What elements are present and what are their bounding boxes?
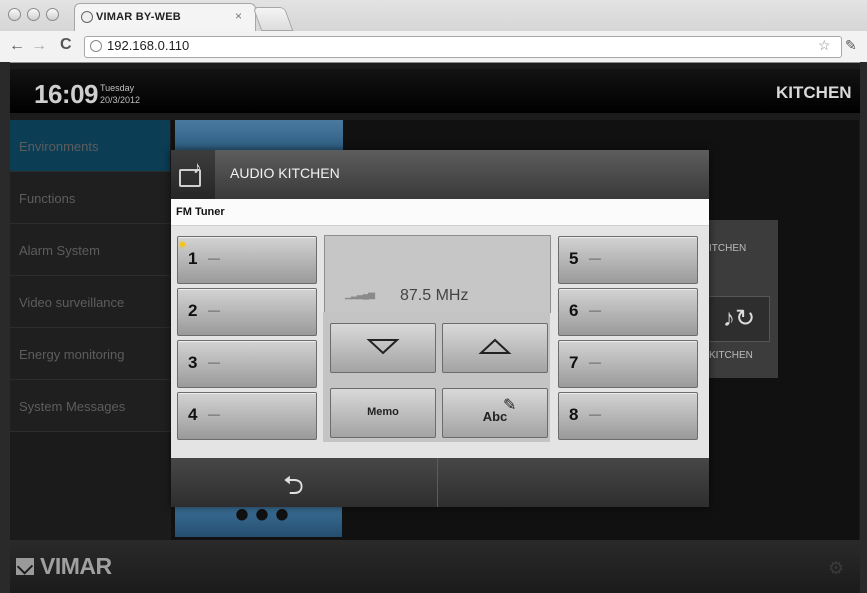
signal-strength-icon: ▁▂▃▄▅: [345, 289, 375, 299]
sidebar-item-label: Video surveillance: [19, 295, 125, 310]
preset-button-8[interactable]: 8—: [558, 392, 698, 440]
app-footer: [10, 540, 860, 593]
sidebar-item-label: Environments: [19, 139, 99, 154]
background-device-label: ITCHEN: [709, 243, 747, 254]
sidebar-item-energy-monitoring[interactable]: Energy monitoring: [10, 328, 170, 380]
background-tile: [175, 120, 343, 150]
music-note-icon: ♪↻: [708, 296, 770, 342]
preset-number: 2: [188, 301, 198, 320]
triangle-up-icon: [443, 338, 547, 361]
modal-title: AUDIO KITCHEN: [230, 165, 340, 181]
back-button[interactable]: [171, 458, 437, 507]
preset-button-5[interactable]: 5—: [558, 236, 698, 284]
sidebar-item-label: Energy monitoring: [19, 347, 125, 362]
sidebar-item-environments[interactable]: Environments: [10, 120, 170, 172]
forward-icon[interactable]: →: [31, 37, 47, 55]
preset-name: —: [589, 251, 601, 265]
preset-name: —: [589, 355, 601, 369]
active-preset-indicator-icon: [180, 242, 185, 247]
bookmark-star-icon[interactable]: ☆: [818, 37, 831, 54]
tab-title: VIMAR BY-WEB: [96, 11, 181, 23]
tuner-label: FM Tuner: [176, 206, 225, 218]
preset-name: —: [208, 303, 220, 317]
preset-button-2[interactable]: 2—: [177, 288, 317, 336]
back-icon[interactable]: ←: [9, 37, 25, 55]
reload-icon[interactable]: C: [60, 36, 72, 54]
sidebar-item-label: Alarm System: [19, 243, 100, 258]
preset-number: 5: [569, 249, 579, 268]
preset-number: 6: [569, 301, 579, 320]
vimar-logo-text: VIMAR: [40, 553, 112, 579]
return-arrow-icon: ⮌: [283, 470, 304, 500]
minimize-window-button[interactable]: [27, 8, 40, 21]
app-header: [10, 69, 860, 113]
preset-name: —: [208, 251, 220, 265]
triangle-down-icon: [331, 338, 435, 361]
preset-button-7[interactable]: 7—: [558, 340, 698, 388]
tune-down-button[interactable]: [330, 323, 436, 373]
frequency-readout: 87.5 MHz: [400, 287, 469, 304]
preset-name: —: [589, 407, 601, 421]
background-tile: •••: [175, 493, 342, 537]
sidebar-item-label: Functions: [19, 191, 76, 206]
preset-number: 4: [188, 405, 198, 424]
app-border: [860, 62, 867, 593]
pencil-icon: ✎: [503, 397, 517, 414]
preset-name: —: [208, 355, 220, 369]
maximize-window-button[interactable]: [46, 8, 59, 21]
preset-button-1[interactable]: 1—: [177, 236, 317, 284]
close-window-button[interactable]: [8, 8, 21, 21]
preset-button-6[interactable]: 6—: [558, 288, 698, 336]
settings-icon[interactable]: ⚙: [828, 558, 844, 579]
vimar-logo-icon: [16, 558, 34, 575]
radio-icon: ♪: [171, 150, 215, 199]
sidebar-item-video-surveillance[interactable]: Video surveillance: [10, 276, 170, 328]
preset-button-4[interactable]: 4—: [177, 392, 317, 440]
clock-time: 16:09: [34, 79, 99, 109]
preset-number: 8: [569, 405, 579, 424]
preset-number: 3: [188, 353, 198, 372]
sidebar-item-system-messages[interactable]: System Messages: [10, 380, 170, 432]
tune-up-button[interactable]: [442, 323, 548, 373]
favicon-icon: [81, 11, 93, 23]
room-title: KITCHEN: [776, 83, 852, 102]
preset-name: —: [208, 407, 220, 421]
sidebar-item-label: System Messages: [19, 399, 126, 414]
rename-button[interactable]: Abc ✎: [442, 388, 548, 438]
sidebar-item-alarm-system[interactable]: Alarm System: [10, 224, 170, 276]
preset-number: 1: [188, 249, 198, 268]
close-icon[interactable]: ×: [235, 9, 242, 23]
clock-date: 20/3/2012: [100, 95, 141, 105]
preset-name: —: [589, 303, 601, 317]
address-bar[interactable]: [84, 36, 842, 58]
globe-icon: [90, 40, 102, 52]
memo-button[interactable]: Memo: [330, 388, 436, 438]
wrench-icon[interactable]: ✎: [845, 37, 857, 54]
memo-label: Memo: [367, 406, 399, 418]
preset-number: 7: [569, 353, 579, 372]
url-text[interactable]: 192.168.0.110: [107, 38, 189, 53]
tuner-strip: [171, 199, 709, 226]
sidebar-item-functions[interactable]: Functions: [10, 172, 170, 224]
background-device-label: KITCHEN: [709, 350, 753, 361]
clock-day: Tuesday: [100, 83, 135, 93]
rename-label: Abc: [482, 409, 508, 424]
preset-button-3[interactable]: 3—: [177, 340, 317, 388]
app-border: [0, 62, 10, 593]
empty-footer-button[interactable]: [438, 458, 709, 507]
